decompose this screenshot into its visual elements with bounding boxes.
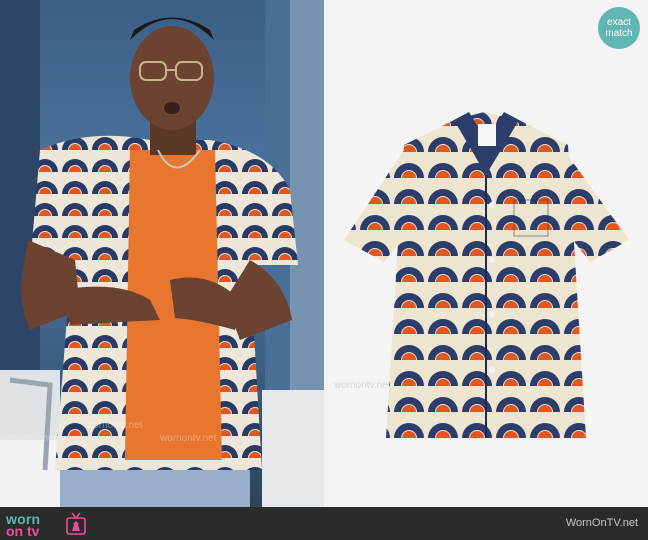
watermark-text: wornontv.net (0, 433, 57, 444)
scene-photo: wornontv.net wornontv.net wornontv.net (0, 0, 324, 507)
watermark-text: wornontv.net (334, 380, 391, 391)
footer-bar: worn on tv WornOnTV.net (0, 507, 648, 540)
badge-line-1: exact (607, 17, 631, 28)
shirt-product-illustration (344, 112, 629, 438)
tv-dress-icon (66, 513, 86, 535)
watermark-text: wornontv.net (160, 433, 217, 444)
exact-match-badge: exact match (598, 7, 640, 49)
product-photo: wornontv.net (324, 0, 648, 507)
site-logo[interactable]: worn on tv (6, 511, 86, 539)
watermark-text: wornontv.net (86, 420, 143, 431)
scene-illustration (0, 0, 324, 507)
logo-text-bottom: on tv (6, 523, 40, 539)
site-url[interactable]: WornOnTV.net (566, 517, 638, 529)
badge-line-2: match (605, 28, 633, 39)
